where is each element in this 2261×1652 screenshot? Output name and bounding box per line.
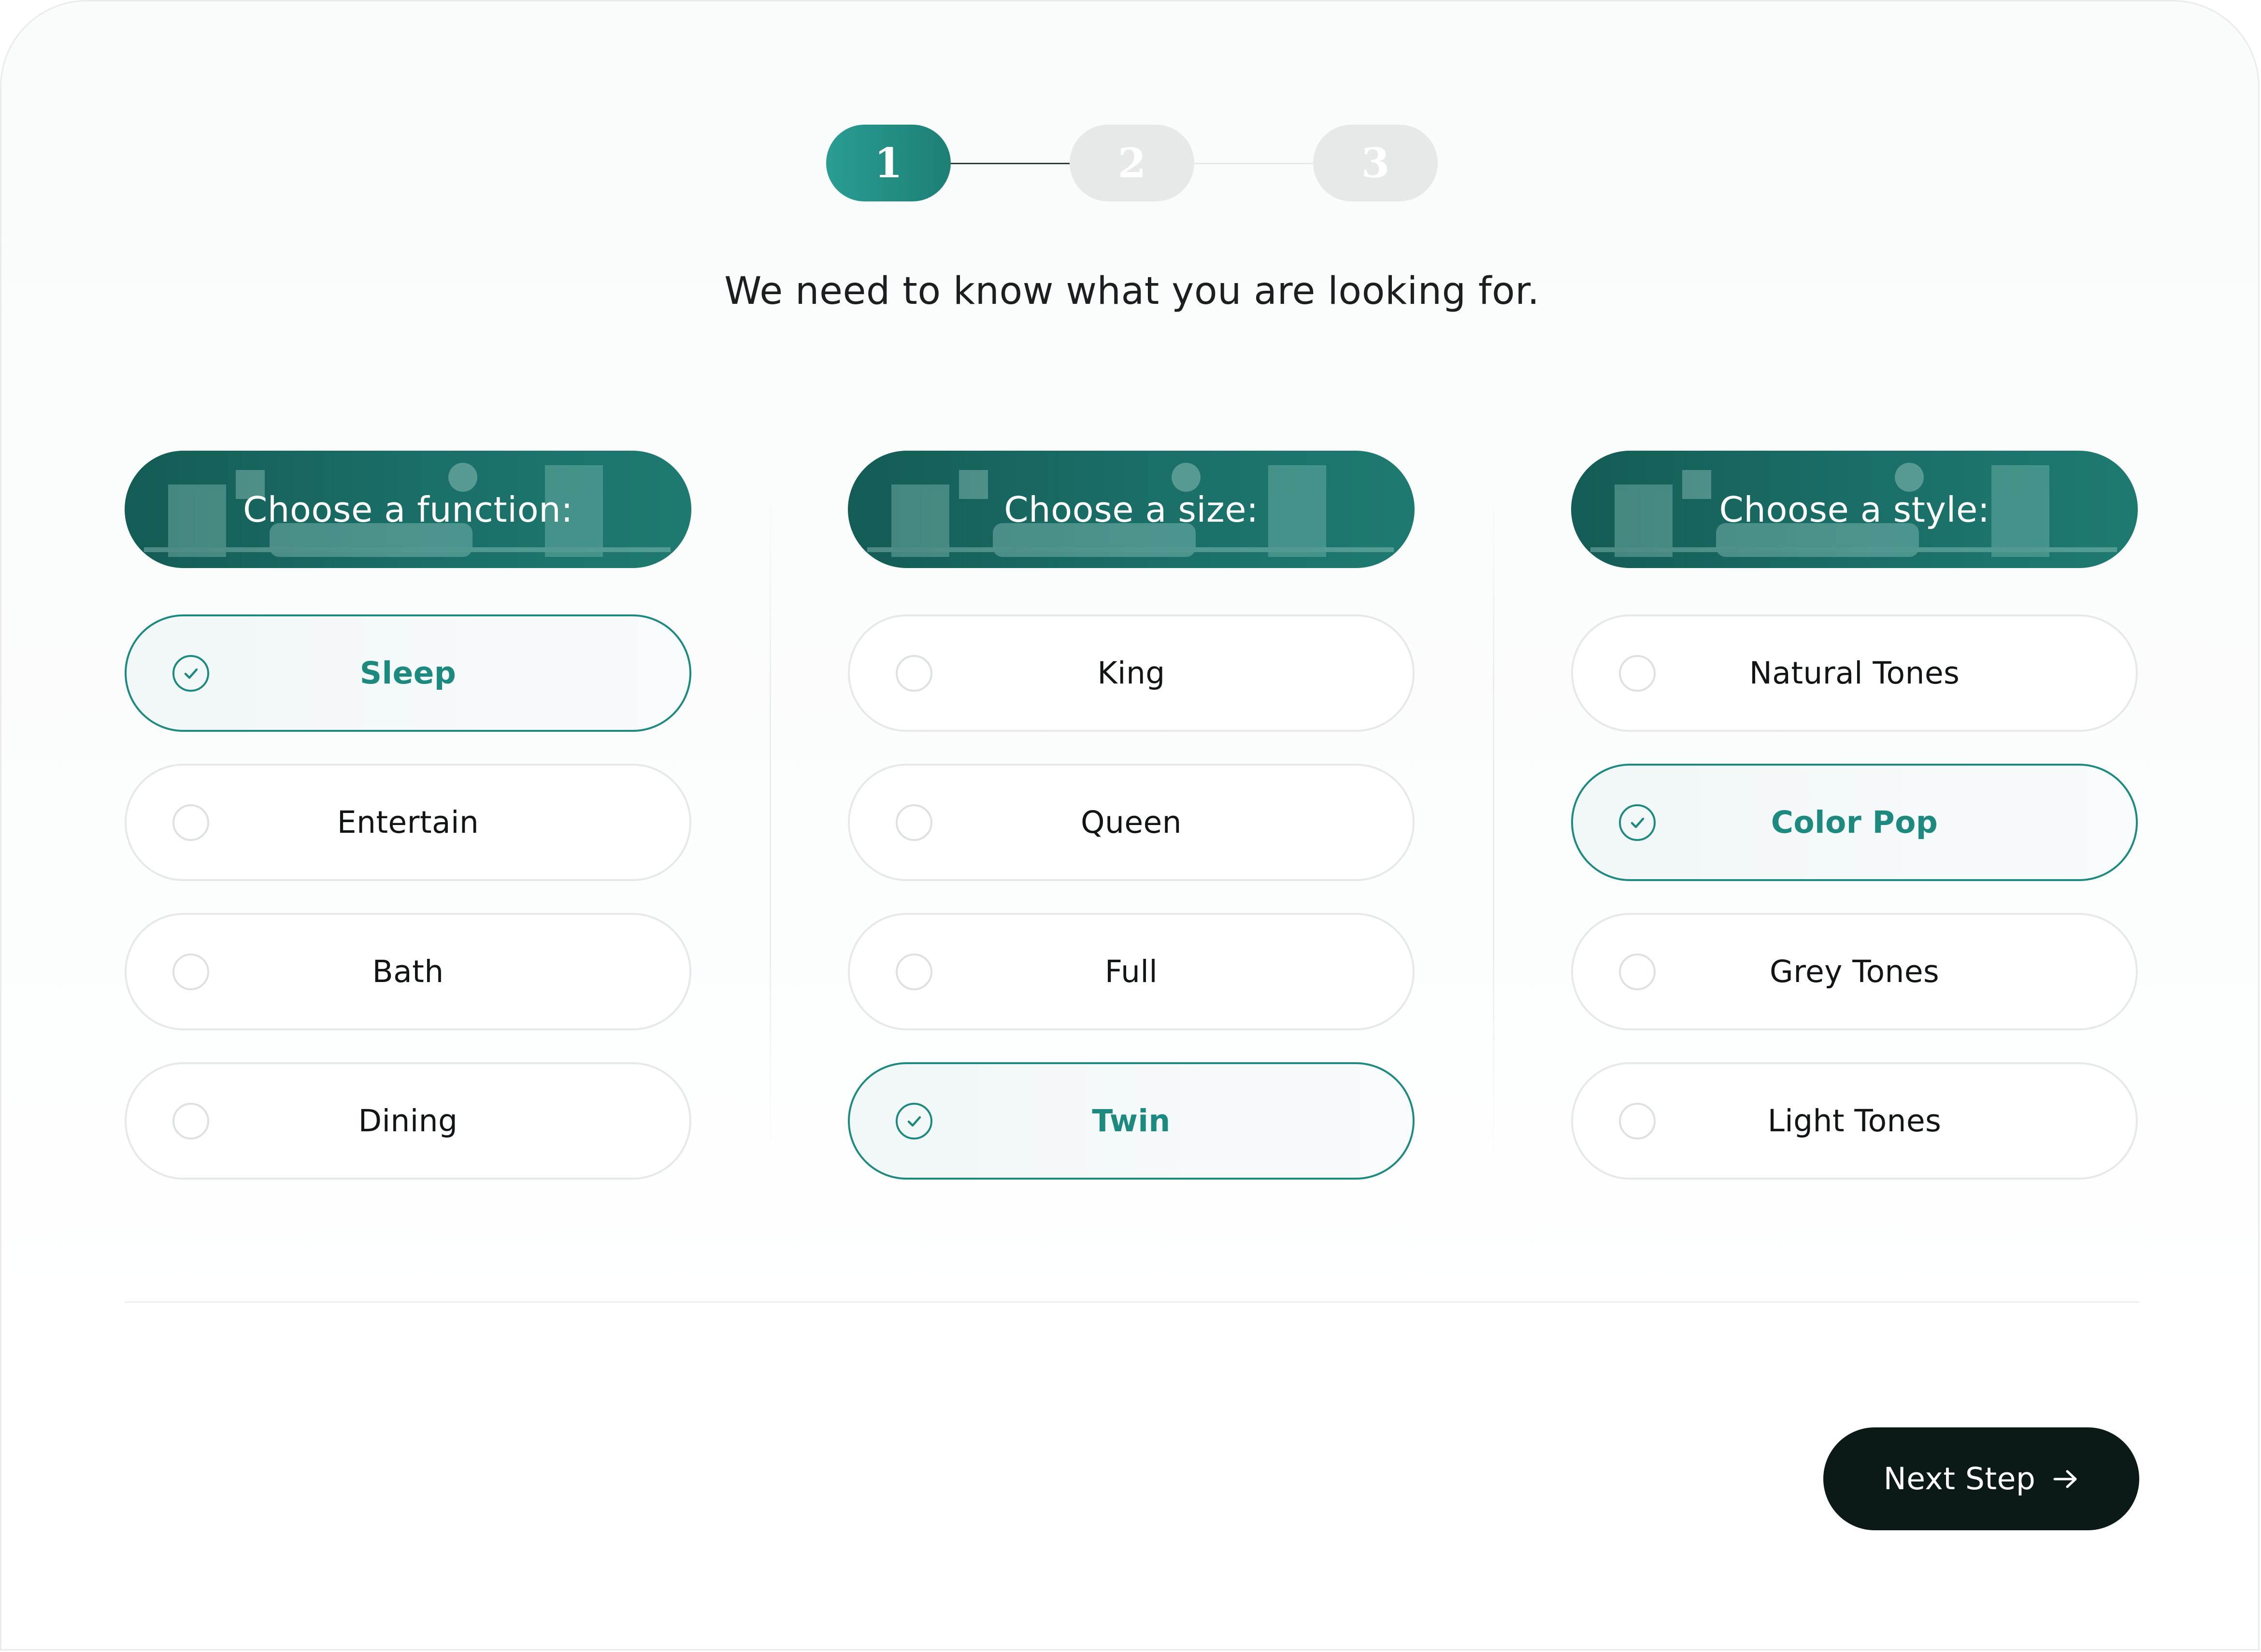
step-2-indicator[interactable]: 2 (1070, 125, 1194, 201)
radio-empty-icon (896, 953, 932, 990)
option-label: Light Tones (1767, 1103, 1942, 1139)
check-icon (172, 655, 209, 692)
option-color-pop[interactable]: Color Pop (1571, 764, 2138, 881)
check-icon (896, 1102, 932, 1139)
radio-empty-icon (172, 1102, 209, 1139)
page-subtitle: We need to know what you are looking for… (724, 270, 1540, 313)
option-entertain[interactable]: Entertain (125, 764, 691, 881)
style-header-label: Choose a style: (1719, 489, 1990, 530)
option-grey-tones[interactable]: Grey Tones (1571, 913, 2138, 1030)
option-label: Dining (358, 1103, 458, 1139)
radio-empty-icon (896, 804, 932, 841)
option-twin[interactable]: Twin (848, 1062, 1415, 1180)
option-natural-tones[interactable]: Natural Tones (1571, 614, 2138, 732)
option-label: Color Pop (1771, 805, 1938, 840)
option-label: Bath (372, 954, 444, 989)
option-full[interactable]: Full (848, 913, 1415, 1030)
next-step-label: Next Step (1883, 1461, 2036, 1496)
function-column: Choose a function: Sleep Entertain Bath … (125, 451, 691, 1180)
option-label: Sleep (359, 655, 457, 691)
option-bath[interactable]: Bath (125, 913, 691, 1030)
radio-empty-icon (896, 655, 932, 692)
style-column: Choose a style: Natural Tones Color Pop … (1571, 451, 2138, 1180)
radio-empty-icon (172, 804, 209, 841)
column-divider (1493, 480, 1494, 1161)
option-label: Twin (1092, 1103, 1171, 1139)
option-label: Natural Tones (1749, 655, 1960, 691)
function-header: Choose a function: (125, 451, 691, 568)
option-label: King (1097, 655, 1165, 691)
option-label: Full (1104, 954, 1158, 989)
next-step-button[interactable]: Next Step (1823, 1427, 2139, 1530)
wizard-card: 1 2 3 We need to know what you are looki… (0, 0, 2260, 1651)
footer-divider (125, 1301, 2139, 1303)
size-header: Choose a size: (848, 451, 1415, 568)
step-1-indicator[interactable]: 1 (826, 125, 951, 201)
option-dining[interactable]: Dining (125, 1062, 691, 1180)
option-label: Entertain (337, 805, 479, 840)
radio-empty-icon (1619, 953, 1656, 990)
check-icon (1619, 804, 1656, 841)
step-connector-1 (951, 163, 1070, 164)
option-queen[interactable]: Queen (848, 764, 1415, 881)
option-label: Queen (1081, 805, 1182, 840)
radio-empty-icon (1619, 655, 1656, 692)
step-connector-2 (1194, 163, 1313, 164)
arrow-right-icon (2053, 1470, 2077, 1488)
size-header-label: Choose a size: (1004, 489, 1259, 530)
column-divider (770, 480, 771, 1161)
function-header-label: Choose a function: (243, 489, 573, 530)
style-header: Choose a style: (1571, 451, 2138, 568)
option-sleep[interactable]: Sleep (125, 614, 691, 732)
option-king[interactable]: King (848, 614, 1415, 732)
size-column: Choose a size: King Queen Full Twin (848, 451, 1415, 1180)
radio-empty-icon (1619, 1102, 1656, 1139)
option-label: Grey Tones (1769, 954, 1940, 989)
step-3-indicator[interactable]: 3 (1313, 125, 1438, 201)
radio-empty-icon (172, 953, 209, 990)
option-light-tones[interactable]: Light Tones (1571, 1062, 2138, 1180)
